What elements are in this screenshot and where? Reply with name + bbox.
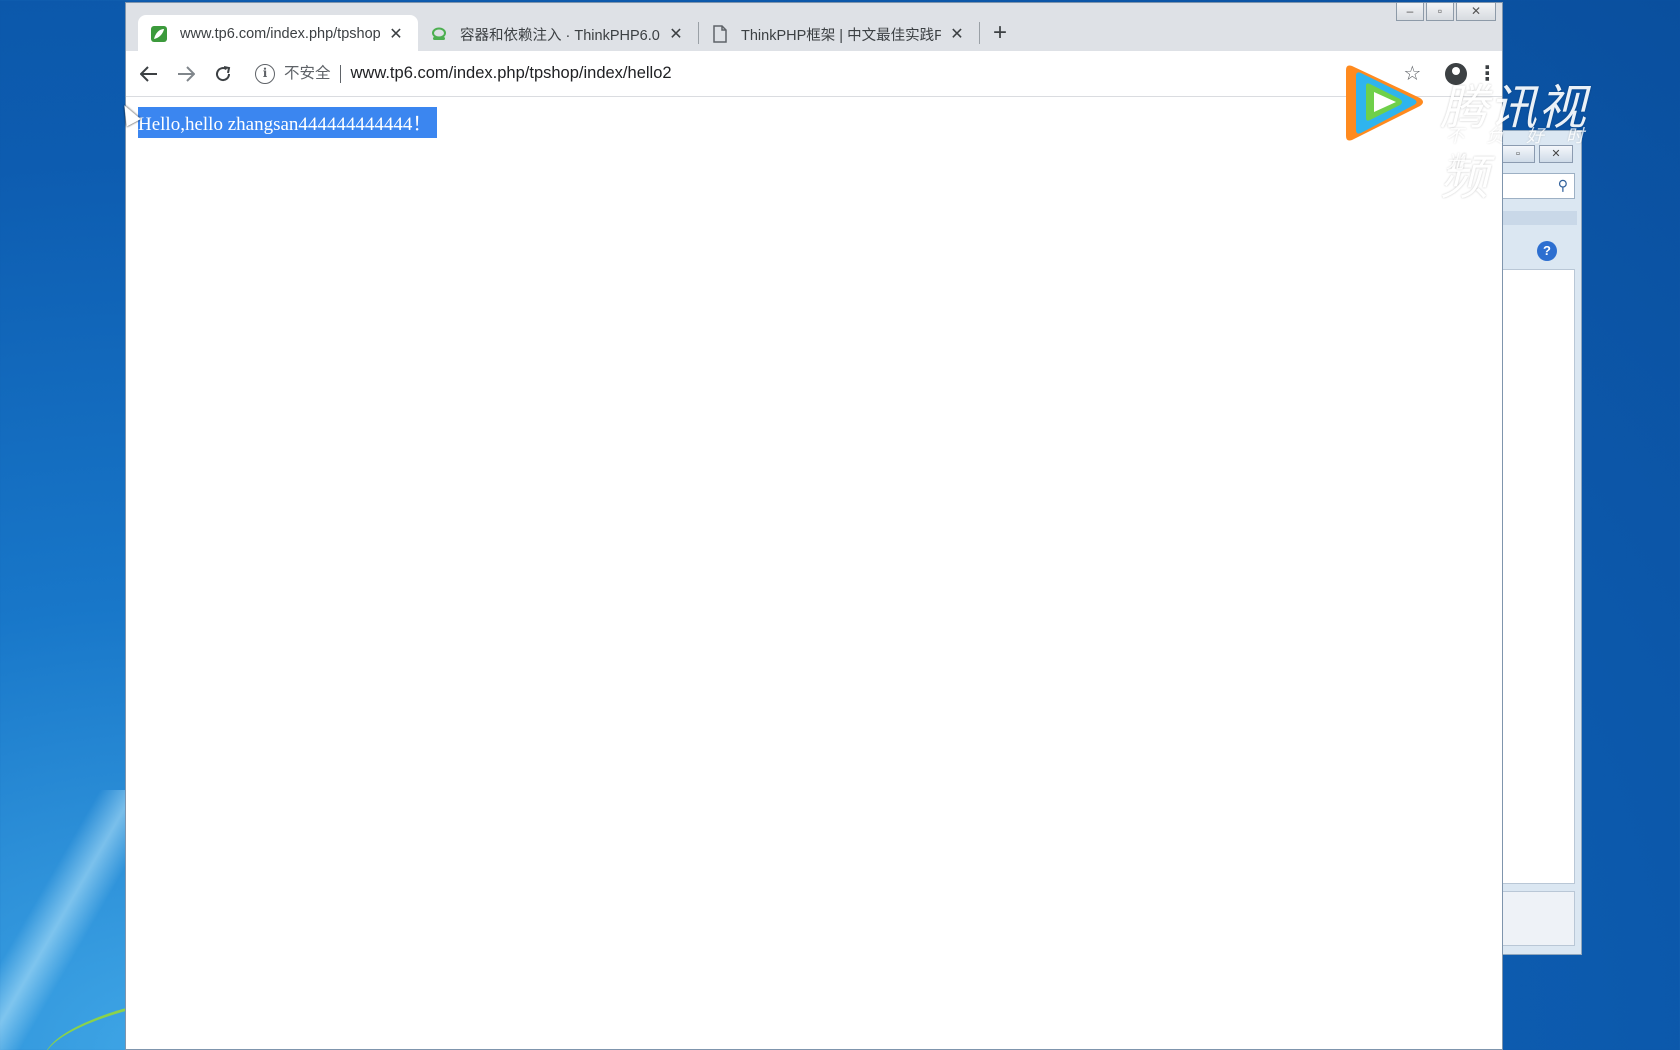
tab-strip: www.tp6.com/index.php/tpshop ✕ 容器和依赖注入 ·…: [138, 13, 1020, 53]
watermark-slogan: 不负好时光: [1446, 126, 1606, 173]
minimize-button[interactable]: –: [1396, 3, 1424, 21]
tab-title: ThinkPHP框架 | 中文最佳实践PH: [741, 27, 941, 44]
tab-thinkphp-docs[interactable]: 容器和依赖注入 · ThinkPHP6.0 ✕: [418, 15, 698, 53]
details-pane: [1501, 891, 1575, 946]
kanban-icon: [430, 25, 448, 43]
new-tab-button[interactable]: +: [980, 15, 1020, 53]
address-bar[interactable]: i 不安全 www.tp6.com/index.php/tpshop/index…: [247, 55, 1436, 92]
hello-text: Hello,hello zhangsan444444444444！: [138, 107, 438, 138]
tab-title: 容器和依赖注入 · ThinkPHP6.0: [460, 27, 660, 44]
reload-icon[interactable]: [204, 55, 241, 93]
page-content: Hello,hello zhangsan444444444444！: [126, 97, 1502, 1049]
content-panel: [1501, 269, 1575, 884]
toolbar-strip: [1501, 211, 1577, 225]
browser-toolbar: i 不安全 www.tp6.com/index.php/tpshop/index…: [126, 51, 1502, 97]
tab-tp6-hello[interactable]: www.tp6.com/index.php/tpshop ✕: [138, 15, 418, 53]
tab-thinkphp-framework[interactable]: ThinkPHP框架 | 中文最佳实践PH ✕: [699, 15, 979, 53]
page-icon: [711, 25, 729, 43]
maximize-button[interactable]: ▫: [1426, 3, 1454, 21]
tencent-video-logo-icon: [1346, 65, 1423, 141]
back-arrow-icon[interactable]: [130, 55, 167, 93]
tab-close-icon[interactable]: ✕: [386, 24, 406, 44]
background-window: ▫ ✕ ⚲ ?: [1500, 130, 1582, 955]
forward-arrow-icon[interactable]: [167, 55, 204, 93]
tab-close-icon[interactable]: ✕: [666, 24, 686, 44]
url-text[interactable]: www.tp6.com/index.php/tpshop/index/hello…: [351, 64, 672, 83]
info-icon[interactable]: i: [255, 63, 275, 84]
close-window-button[interactable]: ✕: [1456, 3, 1496, 21]
tencent-video-watermark: 腾讯视频 不负好时光: [1340, 62, 1630, 206]
tab-close-icon[interactable]: ✕: [947, 24, 967, 44]
window-controls: – ▫ ✕: [1396, 3, 1496, 21]
security-label[interactable]: 不安全: [284, 64, 341, 83]
tab-title: www.tp6.com/index.php/tpshop: [180, 26, 380, 42]
leaf-icon: [150, 25, 168, 43]
help-icon[interactable]: ?: [1537, 241, 1557, 261]
browser-window: – ▫ ✕ www.tp6.com/index.php/tpshop ✕ 容器和…: [125, 2, 1503, 1050]
